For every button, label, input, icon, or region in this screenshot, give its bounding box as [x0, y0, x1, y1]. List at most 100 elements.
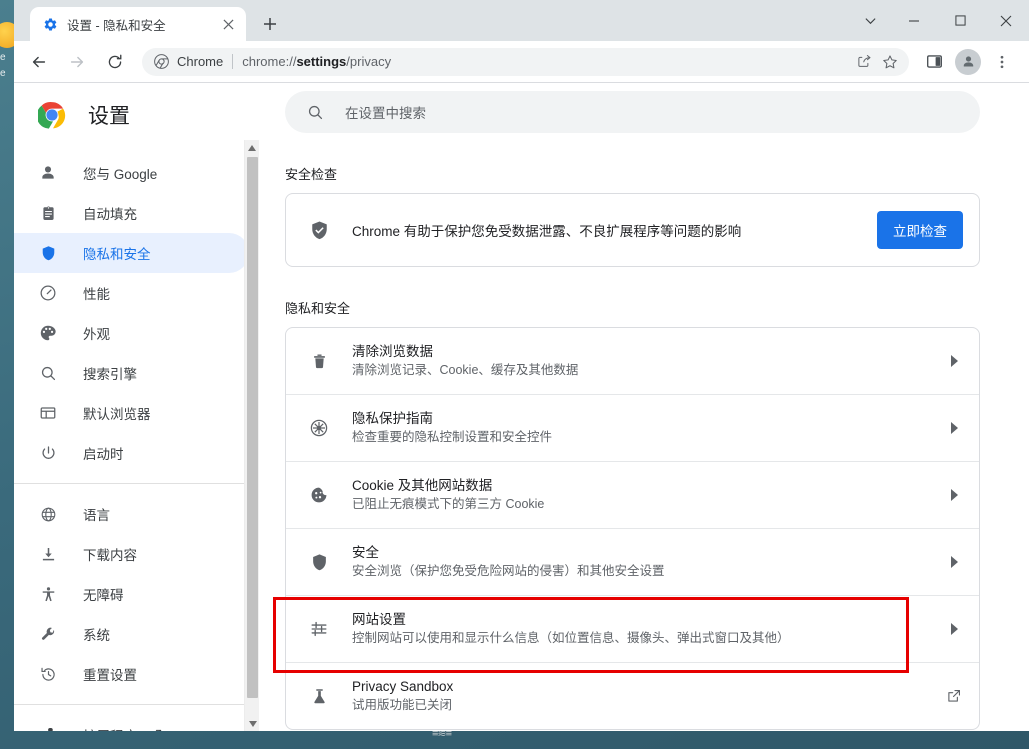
power-icon — [38, 443, 58, 463]
sidebar-item-languages[interactable]: 语言 — [14, 494, 249, 534]
sidebar-item-system[interactable]: 系统 — [14, 614, 249, 654]
shield-icon — [38, 243, 58, 263]
sidebar-item-label: 自动填充 — [83, 207, 137, 222]
sidebar-scrollbar[interactable] — [244, 140, 259, 731]
row-subtitle: 检查重要的隐私控制设置和安全控件 — [352, 430, 553, 444]
sidebar-item-label: 系统 — [83, 628, 110, 643]
shield-icon — [308, 551, 330, 573]
sidebar-item-on-startup[interactable]: 启动时 — [14, 433, 249, 473]
sidebar-item-label: 下载内容 — [83, 548, 137, 563]
sidebar-item-privacy-and-security[interactable]: 隐私和安全 — [14, 233, 249, 273]
shield-check-icon — [308, 219, 330, 241]
search-placeholder: 在设置中搜索 — [345, 106, 426, 121]
share-icon[interactable] — [851, 49, 877, 75]
window-controls — [849, 0, 1029, 41]
side-panel-icon[interactable] — [918, 46, 950, 78]
safety-check-card: Chrome 有助于保护您免受数据泄露、不良扩展程序等问题的影响 立即检查 — [285, 193, 980, 267]
sidebar-item-extensions[interactable]: 扩展程序 — [14, 715, 249, 731]
row-title: 隐私保护指南 — [352, 411, 433, 426]
chevron-right-icon[interactable] — [943, 484, 965, 506]
settings-brand: 设置 — [14, 87, 259, 143]
sidebar-item-label: 外观 — [83, 327, 110, 342]
omnibox-separator — [232, 54, 234, 69]
sidebar-item-accessibility[interactable]: 无障碍 — [14, 574, 249, 614]
star-icon[interactable] — [877, 49, 903, 75]
new-tab-button[interactable] — [256, 10, 284, 38]
row-title: 网站设置 — [352, 612, 406, 627]
avatar[interactable] — [955, 48, 981, 75]
safety-check-heading: 安全检查 — [285, 167, 338, 182]
row-body: 安全 安全浏览（保护您免受危险网站的侵害）和其他安全设置 — [352, 543, 943, 581]
sidebar-item-reset-settings[interactable]: 重置设置 — [14, 654, 249, 694]
clipboard-icon — [38, 203, 58, 223]
forward-arrow-icon[interactable] — [61, 46, 93, 78]
row-title: 安全 — [352, 545, 379, 560]
settings-main: 在设置中搜索 安全检查 Chrome 有助于保护您免受数据泄露、不良扩展程序等问… — [259, 83, 1029, 731]
desktop-label-1: e — [0, 52, 6, 63]
row-privacy-sandbox[interactable]: Privacy Sandbox 试用版功能已关闭 — [286, 662, 979, 729]
safety-check-row[interactable]: Chrome 有助于保护您免受数据泄露、不良扩展程序等问题的影响 立即检查 — [286, 194, 979, 266]
row-security[interactable]: 安全 安全浏览（保护您免受危险网站的侵害）和其他安全设置 — [286, 528, 979, 595]
sidebar-item-label: 启动时 — [83, 447, 124, 462]
sidebar-item-appearance[interactable]: 外观 — [14, 313, 249, 353]
row-body: 清除浏览数据 清除浏览记录、Cookie、缓存及其他数据 — [352, 342, 943, 380]
nav-group-main: 您与 Google 自动填充 隐私和安全 性能 外观 搜索引擎 默认浏览器 启动… — [14, 143, 259, 473]
page-title: 设置 — [88, 105, 130, 128]
scroll-up-arrow-icon[interactable] — [245, 140, 259, 155]
sidebar-item-autofill[interactable]: 自动填充 — [14, 193, 249, 233]
accessibility-icon — [38, 584, 58, 604]
sidebar-item-label: 重置设置 — [83, 668, 137, 683]
search-input[interactable]: 在设置中搜索 — [285, 91, 980, 133]
three-dot-menu-icon[interactable] — [986, 46, 1018, 78]
open-external-icon[interactable] — [147, 727, 163, 731]
history-restore-icon — [38, 664, 58, 684]
open-external-icon[interactable] — [943, 685, 965, 707]
row-cookies[interactable]: Cookie 及其他网站数据 已阻止无痕模式下的第三方 Cookie — [286, 461, 979, 528]
row-subtitle: 试用版功能已关闭 — [352, 698, 453, 712]
chevron-right-icon[interactable] — [943, 551, 965, 573]
row-body: Cookie 及其他网站数据 已阻止无痕模式下的第三方 Cookie — [352, 476, 943, 514]
chevron-right-icon[interactable] — [943, 417, 965, 439]
sidebar-item-label: 无障碍 — [83, 588, 124, 603]
reload-icon[interactable] — [99, 46, 131, 78]
privacy-card: 清除浏览数据 清除浏览记录、Cookie、缓存及其他数据 隐私保护指南 检查重要… — [285, 327, 980, 730]
sidebar-item-downloads[interactable]: 下载内容 — [14, 534, 249, 574]
row-title: 清除浏览数据 — [352, 344, 433, 359]
trash-icon — [308, 350, 330, 372]
puzzle-icon — [38, 725, 58, 731]
cookie-icon — [308, 484, 330, 506]
browser-window: 设置 - 隐私和安全 Chrome chrome://settings/priv… — [14, 0, 1029, 731]
sidebar-item-search-engine[interactable]: 搜索引擎 — [14, 353, 249, 393]
omnibox-scheme-label: Chrome — [177, 54, 224, 69]
row-body: 网站设置 控制网站可以使用和显示什么信息（如位置信息、摄像头、弹出式窗口及其他） — [352, 610, 943, 648]
privacy-heading: 隐私和安全 — [285, 301, 351, 316]
maximize-button[interactable] — [937, 0, 983, 41]
chevron-right-icon[interactable] — [943, 350, 965, 372]
row-subtitle: 清除浏览记录、Cookie、缓存及其他数据 — [352, 363, 579, 377]
row-subtitle: 控制网站可以使用和显示什么信息（如位置信息、摄像头、弹出式窗口及其他） — [352, 631, 790, 645]
browser-tab[interactable]: 设置 - 隐私和安全 — [30, 7, 246, 41]
close-icon[interactable] — [218, 14, 238, 34]
row-subtitle: 已阻止无痕模式下的第三方 Cookie — [352, 497, 545, 511]
minimize-button[interactable] — [891, 0, 937, 41]
scroll-down-arrow-icon[interactable] — [245, 716, 260, 731]
search-icon — [305, 102, 325, 122]
sidebar-item-performance[interactable]: 性能 — [14, 273, 249, 313]
scrollbar-thumb[interactable] — [247, 157, 258, 698]
speedometer-icon — [38, 283, 58, 303]
sidebar-item-label: 语言 — [83, 508, 110, 523]
row-clear-browsing-data[interactable]: 清除浏览数据 清除浏览记录、Cookie、缓存及其他数据 — [286, 328, 979, 394]
check-now-button[interactable]: 立即检查 — [877, 211, 963, 249]
row-site-settings[interactable]: 网站设置 控制网站可以使用和显示什么信息（如位置信息、摄像头、弹出式窗口及其他） — [286, 595, 979, 662]
back-arrow-icon[interactable] — [23, 46, 55, 78]
chevron-right-icon[interactable] — [943, 618, 965, 640]
sidebar-item-default-browser[interactable]: 默认浏览器 — [14, 393, 249, 433]
omnibox-actions — [851, 49, 903, 75]
sidebar-item-you-and-google[interactable]: 您与 Google — [14, 153, 249, 193]
address-bar[interactable]: Chrome chrome://settings/privacy — [142, 47, 909, 76]
row-privacy-guide[interactable]: 隐私保护指南 检查重要的隐私控制设置和安全控件 — [286, 394, 979, 461]
omnibox-url: chrome://settings/privacy — [242, 54, 391, 69]
window-close-button[interactable] — [983, 0, 1029, 41]
chevron-down-icon[interactable] — [849, 0, 891, 41]
sidebar-item-label: 默认浏览器 — [83, 407, 151, 422]
